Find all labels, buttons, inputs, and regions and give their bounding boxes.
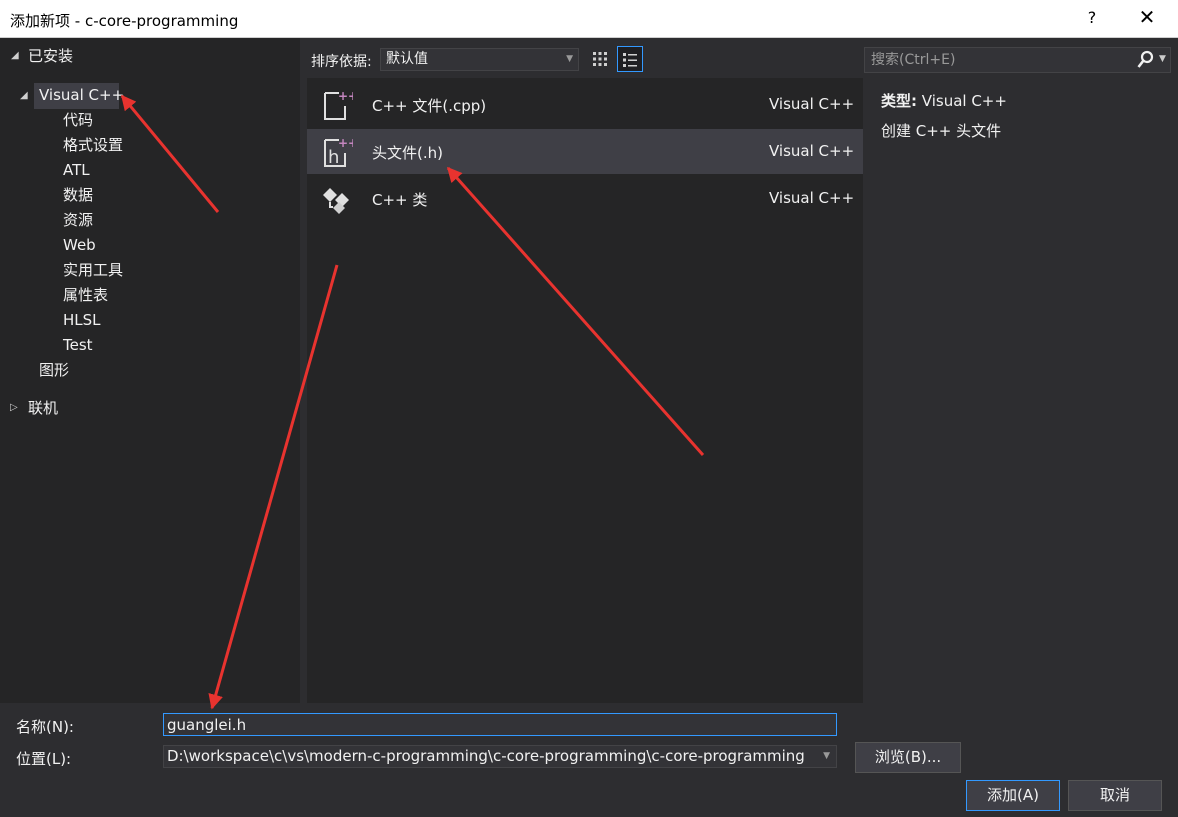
tree-item-installed[interactable]: 已安装 [28,44,73,68]
tree-item-test[interactable]: Test [63,333,93,357]
sort-label: 排序依据: [311,54,372,70]
template-list: ++ C++ 文件(.cpp) Visual C++ h ++ 头文件(.h) … [307,78,863,703]
template-name: C++ 类 [372,191,428,209]
location-label: 位置(L): [16,750,72,768]
tree-item-hlsl[interactable]: HLSL [63,308,101,332]
search-input[interactable] [865,48,1130,72]
browse-button[interactable]: 浏览(B)... [855,742,961,773]
cancel-button[interactable]: 取消 [1068,780,1162,811]
cpp-class-icon [323,188,349,214]
tree-item-visual-cpp[interactable]: Visual C++ [39,83,124,107]
add-button[interactable]: 添加(A) [966,780,1060,811]
help-button[interactable]: ? [1082,8,1102,27]
cpp-file-icon: ++ [324,89,353,120]
template-item-header-file[interactable]: h ++ 头文件(.h) Visual C++ [307,129,863,174]
expanded-arrow-icon[interactable]: ◢ [20,90,28,101]
tree-item-resource[interactable]: 资源 [63,208,93,232]
window-title: 添加新项 - c-core-programming [10,12,239,30]
title-bar: 添加新项 - c-core-programming ? ✕ [0,0,1178,38]
tree-item-code[interactable]: 代码 [63,108,93,132]
template-language: Visual C++ [769,142,855,160]
template-language: Visual C++ [769,189,855,207]
grid-view-button[interactable] [587,46,613,72]
close-button[interactable]: ✕ [1136,5,1158,29]
location-value: D:\workspace\c\vs\modern-c-programming\c… [167,747,805,765]
tree-item-graphics[interactable]: 图形 [39,358,69,382]
detail-description: 创建 C++ 头文件 [881,122,1002,140]
template-name: 头文件(.h) [372,144,443,162]
list-view-icon [623,53,637,67]
grid-view-icon [593,52,607,66]
location-dropdown[interactable]: D:\workspace\c\vs\modern-c-programming\c… [163,745,837,768]
sort-value: 默认值 [386,51,428,67]
tree-item-atl[interactable]: ATL [63,158,90,182]
name-input[interactable] [163,713,837,736]
collapsed-arrow-icon[interactable]: ▷ [10,402,18,413]
tree-item-data[interactable]: 数据 [63,183,93,207]
search-box: ▼ [864,47,1171,73]
template-tree: ◢ 已安装 ◢ Visual C++ 代码 格式设置 ATL 数据 资源 Web… [0,38,300,703]
list-view-button[interactable] [617,46,643,72]
template-language: Visual C++ [769,95,855,113]
detail-type-label: 类型: [881,92,917,110]
svg-text:h: h [328,147,339,168]
template-item-cpp-file[interactable]: ++ C++ 文件(.cpp) Visual C++ [307,82,863,127]
chevron-down-icon: ▼ [566,54,573,64]
tree-item-utility[interactable]: 实用工具 [63,258,123,282]
svg-text:++: ++ [338,136,353,150]
tree-item-property-sheets[interactable]: 属性表 [63,283,108,307]
detail-type-value: Visual C++ [921,92,1007,110]
tree-item-formatting[interactable]: 格式设置 [63,133,123,157]
template-name: C++ 文件(.cpp) [372,97,487,115]
expanded-arrow-icon[interactable]: ◢ [11,50,19,61]
tree-item-online[interactable]: 联机 [28,396,58,420]
name-label: 名称(N): [16,718,74,736]
detail-type: 类型: Visual C++ [881,90,1007,111]
tree-item-web[interactable]: Web [63,233,96,257]
svg-text:++: ++ [338,89,353,103]
chevron-down-icon: ▼ [823,751,830,761]
template-item-cpp-class[interactable]: C++ 类 Visual C++ [307,176,863,221]
search-icon[interactable] [1137,50,1155,70]
header-file-icon: h ++ [324,136,353,168]
sort-dropdown[interactable]: 默认值 ▼ [380,48,579,71]
chevron-down-icon[interactable]: ▼ [1159,54,1166,64]
